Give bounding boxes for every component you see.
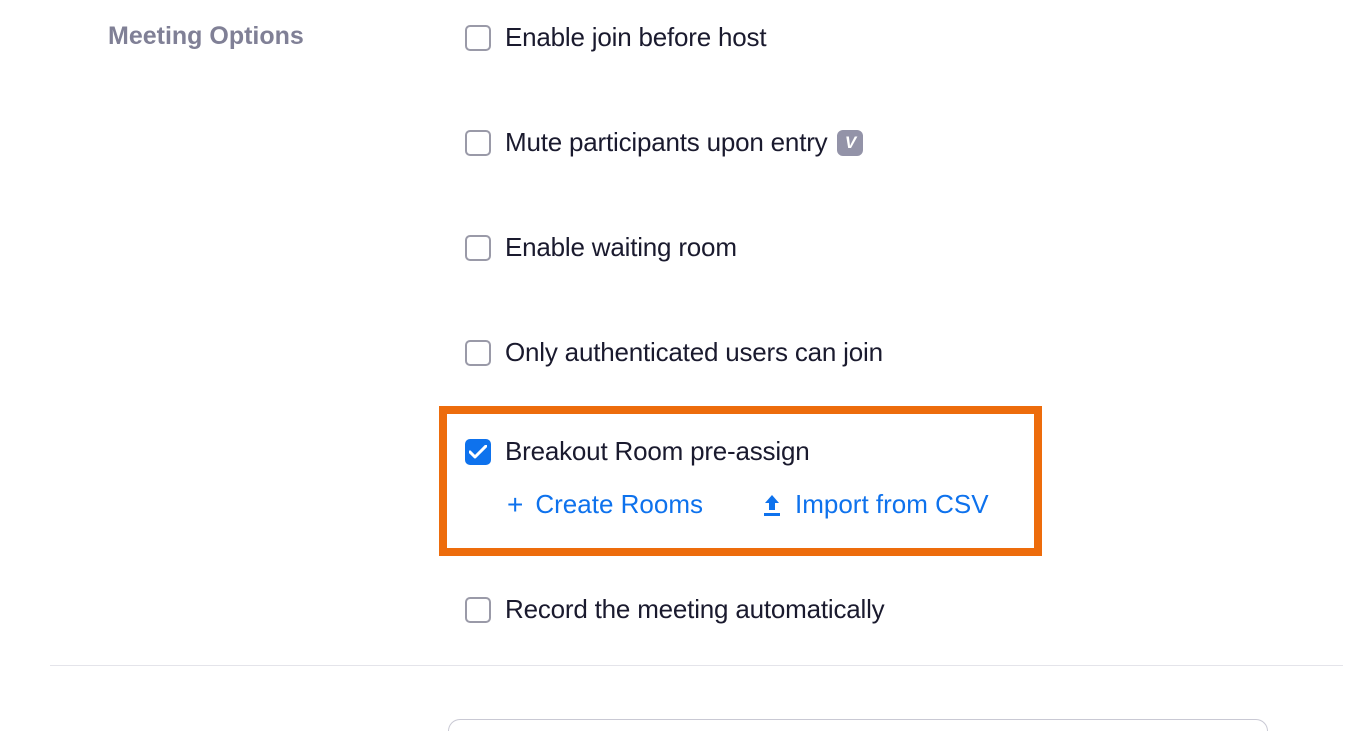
check-icon xyxy=(469,445,487,459)
breakout-room-checkbox[interactable] xyxy=(465,439,491,465)
upload-icon xyxy=(761,493,783,517)
record-auto-label: Record the meeting automatically xyxy=(505,594,884,625)
waiting-room-label: Enable waiting room xyxy=(505,232,737,263)
info-badge-icon[interactable]: V xyxy=(837,130,863,156)
enable-join-before-host-checkbox[interactable] xyxy=(465,25,491,51)
mute-participants-label: Mute participants upon entry xyxy=(505,127,827,158)
next-section-input[interactable] xyxy=(448,719,1268,731)
waiting-room-checkbox[interactable] xyxy=(465,235,491,261)
option-waiting-room: Enable waiting room xyxy=(465,232,1353,263)
mute-participants-checkbox[interactable] xyxy=(465,130,491,156)
record-auto-checkbox[interactable] xyxy=(465,597,491,623)
authenticated-users-label: Only authenticated users can join xyxy=(505,337,883,368)
breakout-room-label: Breakout Room pre-assign xyxy=(505,436,809,467)
authenticated-users-checkbox[interactable] xyxy=(465,340,491,366)
option-authenticated-users: Only authenticated users can join xyxy=(465,337,1353,368)
section-divider xyxy=(50,665,1343,666)
option-record-auto: Record the meeting automatically xyxy=(465,594,1353,625)
option-mute-participants: Mute participants upon entry V xyxy=(465,127,1353,158)
enable-join-before-host-label: Enable join before host xyxy=(505,22,766,53)
breakout-room-highlight: Breakout Room pre-assign + Create Rooms … xyxy=(439,406,1042,556)
import-csv-button[interactable]: Import from CSV xyxy=(761,489,989,520)
create-rooms-label: Create Rooms xyxy=(535,489,703,520)
plus-icon: + xyxy=(507,491,523,519)
import-csv-label: Import from CSV xyxy=(795,489,989,520)
section-title: Meeting Options xyxy=(108,22,465,51)
option-enable-join-before-host: Enable join before host xyxy=(465,22,1353,53)
create-rooms-button[interactable]: + Create Rooms xyxy=(507,489,703,520)
option-breakout-room: Breakout Room pre-assign xyxy=(465,436,1016,467)
